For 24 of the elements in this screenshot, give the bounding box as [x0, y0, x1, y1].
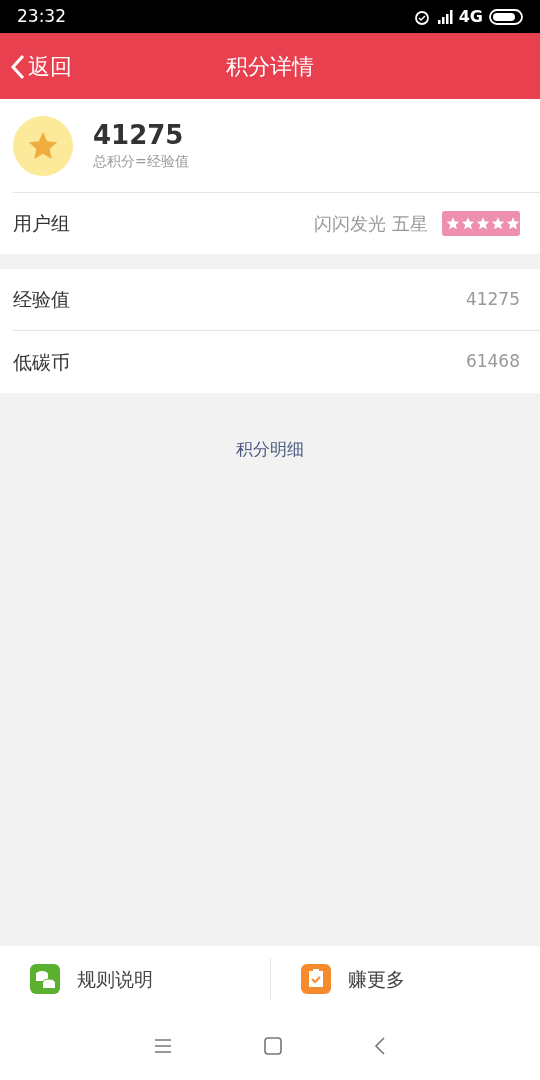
back-button[interactable]: 返回	[10, 50, 72, 83]
points-detail-link[interactable]: 积分明细	[236, 437, 304, 461]
status-time: 23:32	[17, 4, 66, 28]
network-label: 4G	[458, 5, 483, 28]
user-group-value: 闪闪发光 五星	[314, 212, 428, 236]
bottom-action-button[interactable]: 赚更多	[269, 958, 540, 1000]
page-title: 积分详情	[226, 52, 314, 81]
clipboard-icon	[300, 964, 331, 994]
row-label: 用户组	[13, 211, 70, 237]
points-caption: 总积分=经验值	[93, 152, 189, 171]
home-icon[interactable]	[264, 1037, 282, 1055]
star-badge-icon	[13, 115, 73, 176]
chevron-left-icon	[10, 53, 26, 80]
row-label: 经验值	[13, 287, 70, 313]
signal-icon	[436, 8, 453, 25]
bottom-action-button[interactable]: 规则说明	[0, 958, 270, 1000]
star-badge-icon	[442, 211, 520, 236]
row-value: 61468	[465, 350, 520, 374]
menu-icon[interactable]	[154, 1038, 172, 1054]
total-points: 41275	[93, 119, 185, 151]
row-value: 41275	[465, 287, 520, 311]
row-label: 低碳币	[13, 349, 70, 375]
battery-icon	[489, 8, 523, 25]
back-icon[interactable]	[374, 1036, 386, 1056]
